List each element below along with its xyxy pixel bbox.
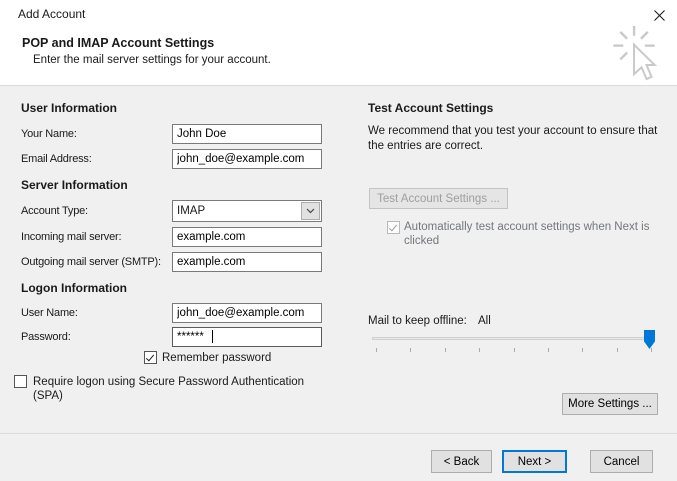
more-settings-button[interactable]: More Settings ... [562,393,658,415]
remember-password-checkbox[interactable] [144,351,157,364]
offline-mail-slider-track[interactable] [372,337,653,340]
mail-to-keep-offline-label: Mail to keep offline: [368,315,467,327]
chevron-down-icon [306,208,315,214]
your-name-input[interactable] [172,124,322,144]
auto-test-label: Automatically test account settings when… [404,221,650,247]
account-type-dropdown-button[interactable] [301,202,320,220]
cancel-button[interactable]: Cancel [590,450,653,473]
slider-tick-marks [376,348,652,353]
page-subtitle: Enter the mail server settings for your … [33,54,271,66]
text-caret [212,330,213,343]
test-account-settings-button: Test Account Settings ... [369,188,508,209]
logon-information-heading: Logon Information [21,281,127,295]
incoming-mail-server-label: Incoming mail server: [21,231,122,243]
click-cursor-icon [613,25,658,81]
close-button[interactable] [649,5,669,25]
user-information-heading: User Information [21,101,118,115]
footer-divider [0,433,677,434]
page-title: POP and IMAP Account Settings [22,36,215,50]
password-input[interactable] [172,327,322,347]
checkmark-icon [388,222,398,231]
user-name-input[interactable] [172,303,322,323]
account-type-select[interactable]: IMAP [172,200,322,222]
your-name-label: Your Name: [21,128,77,140]
account-type-value: IMAP [177,205,206,217]
incoming-mail-server-input[interactable] [172,227,322,247]
spa-checkbox[interactable] [14,375,27,388]
window-title: Add Account [18,7,86,21]
auto-test-checkbox [387,221,400,234]
close-icon [653,9,665,21]
back-button[interactable]: < Back [431,450,492,473]
mail-to-keep-offline-value: All [478,315,491,327]
test-account-settings-heading: Test Account Settings [368,101,494,115]
user-name-label: User Name: [21,307,78,319]
outgoing-mail-server-label: Outgoing mail server (SMTP): [21,256,161,268]
test-account-description: We recommend that you test your account … [368,125,658,152]
checkmark-icon [145,352,155,361]
password-label: Password: [21,331,71,343]
email-address-label: Email Address: [21,153,92,165]
remember-password-label: Remember password [162,352,272,364]
email-address-input[interactable] [172,149,322,169]
next-button[interactable]: Next > [502,450,567,473]
outgoing-mail-server-input[interactable] [172,252,322,272]
spa-label: Require logon using Secure Password Auth… [33,376,305,402]
account-type-label: Account Type: [21,205,88,217]
server-information-heading: Server Information [21,178,128,192]
